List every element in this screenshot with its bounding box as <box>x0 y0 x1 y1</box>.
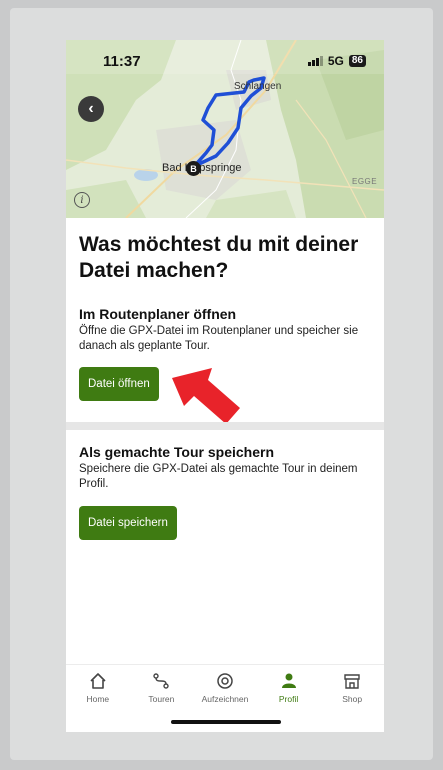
section-title-route-planner: Im Routenplaner öffnen <box>79 306 237 322</box>
chevron-left-icon: ‹ <box>88 100 94 117</box>
tab-label-touren: Touren <box>148 694 175 704</box>
bottom-tab-bar: Home Touren Aufzeichnen Profil Shop <box>66 664 384 717</box>
home-indicator <box>171 720 281 724</box>
status-time: 11:37 <box>103 53 141 70</box>
map-label-schlangen: Schlangen <box>234 81 282 92</box>
signal-icon <box>307 56 323 66</box>
tab-aufzeichnen[interactable]: Aufzeichnen <box>195 665 255 717</box>
route-icon <box>152 671 170 691</box>
home-icon <box>89 671 107 691</box>
tab-home[interactable]: Home <box>68 665 128 717</box>
route-end-marker: B <box>186 161 201 176</box>
network-type: 5G <box>327 54 344 68</box>
tab-label-home: Home <box>86 694 110 704</box>
phone-screen: 11:37 5G 86 ‹ Schlangen Bad Lippspringe … <box>66 40 384 732</box>
page-title: Was möchtest du mit deiner Datei machen? <box>79 233 359 282</box>
tab-touren[interactable]: Touren <box>131 665 191 717</box>
tab-label-profil: Profil <box>278 694 299 704</box>
route-map[interactable]: 11:37 5G 86 ‹ Schlangen Bad Lippspringe … <box>66 40 384 218</box>
status-indicators: 5G 86 <box>307 54 366 68</box>
info-icon[interactable]: i <box>74 192 90 208</box>
tab-profil[interactable]: Profil <box>259 665 319 717</box>
shop-icon <box>343 671 361 691</box>
section-divider <box>66 422 384 430</box>
back-button[interactable]: ‹ <box>78 96 104 122</box>
tab-shop[interactable]: Shop <box>322 665 382 717</box>
open-file-button[interactable]: Datei öffnen <box>79 367 159 401</box>
map-label-bad-lippspringe: Bad Lippspringe <box>162 162 242 174</box>
record-icon <box>216 671 234 691</box>
battery-icon: 86 <box>348 55 366 67</box>
tab-label-shop: Shop <box>342 694 363 704</box>
map-label-egge: EGGE <box>352 177 378 186</box>
person-icon <box>280 671 298 691</box>
section-description-save-tour: Speichere die GPX-Datei als gemachte Tou… <box>79 463 358 490</box>
section-title-save-tour: Als gemachte Tour speichern <box>79 444 275 460</box>
tab-label-aufzeichnen: Aufzeichnen <box>201 694 249 704</box>
section-description-route-planner: Öffne die GPX-Datei im Routenplaner und … <box>79 325 359 352</box>
save-file-button[interactable]: Datei speichern <box>79 506 177 540</box>
